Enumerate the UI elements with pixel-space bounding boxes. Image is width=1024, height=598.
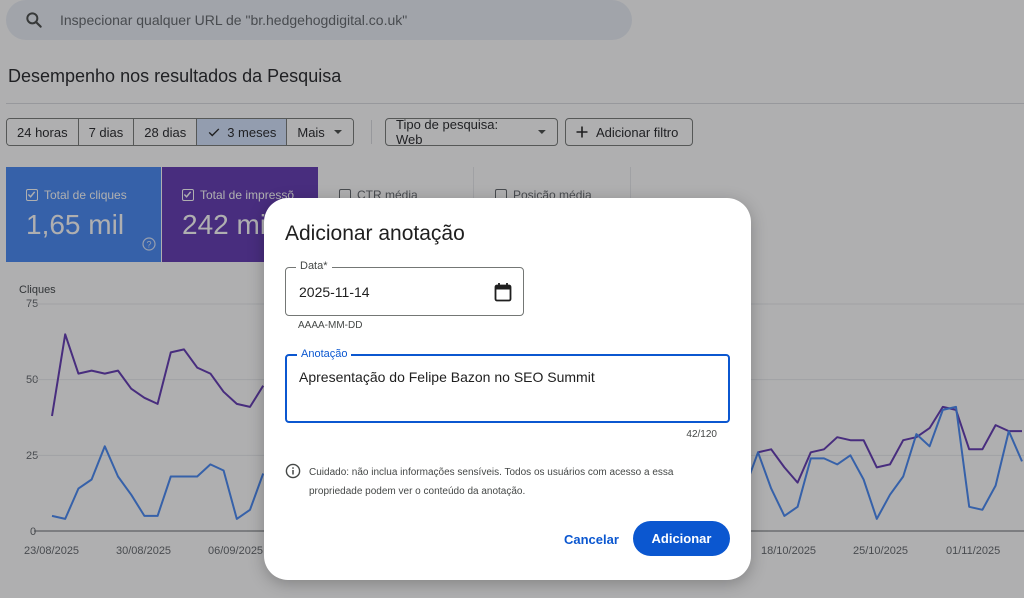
cancel-button[interactable]: Cancelar (554, 522, 629, 556)
annotation-textarea[interactable]: Apresentação do Felipe Bazon no SEO Summ… (299, 369, 719, 413)
add-annotation-dialog: Adicionar anotação Data* AAAA-MM-DD Anot… (264, 198, 751, 580)
date-field[interactable]: Data* (285, 260, 524, 316)
annotation-field[interactable]: Anotação Apresentação do Felipe Bazon no… (285, 348, 730, 423)
calendar-icon[interactable] (494, 282, 512, 302)
date-input[interactable] (299, 282, 479, 302)
info-icon (285, 463, 301, 479)
date-format-hint: AAAA-MM-DD (298, 320, 363, 331)
annotation-field-label: Anotação (297, 348, 352, 360)
character-counter: 42/120 (686, 429, 717, 440)
date-field-label: Data* (296, 260, 332, 272)
privacy-warning: Cuidado: não inclua informações sensívei… (309, 467, 674, 497)
dialog-title: Adicionar anotação (285, 222, 465, 245)
add-button[interactable]: Adicionar (633, 521, 730, 556)
